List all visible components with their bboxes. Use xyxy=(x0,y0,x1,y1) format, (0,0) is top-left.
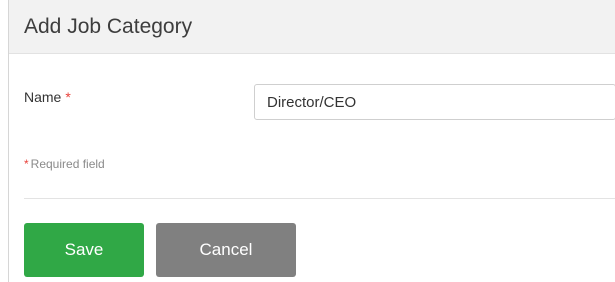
panel-header: Add Job Category xyxy=(9,0,615,54)
name-field-label: Name * xyxy=(24,88,71,106)
form-divider xyxy=(24,198,615,199)
name-input[interactable] xyxy=(254,84,615,120)
required-field-note: * Required field xyxy=(24,156,105,172)
required-asterisk: * xyxy=(65,89,71,105)
name-label-text: Name xyxy=(24,89,62,105)
add-job-category-panel: Add Job Category Name* *Required field S… xyxy=(8,0,615,282)
required-note-text: Required field xyxy=(30,157,105,171)
page-title: Add Job Category xyxy=(24,15,193,38)
cancel-button[interactable]: Cancel xyxy=(156,223,296,277)
save-button[interactable]: Save xyxy=(24,223,144,277)
required-note-asterisk: * xyxy=(24,157,29,171)
